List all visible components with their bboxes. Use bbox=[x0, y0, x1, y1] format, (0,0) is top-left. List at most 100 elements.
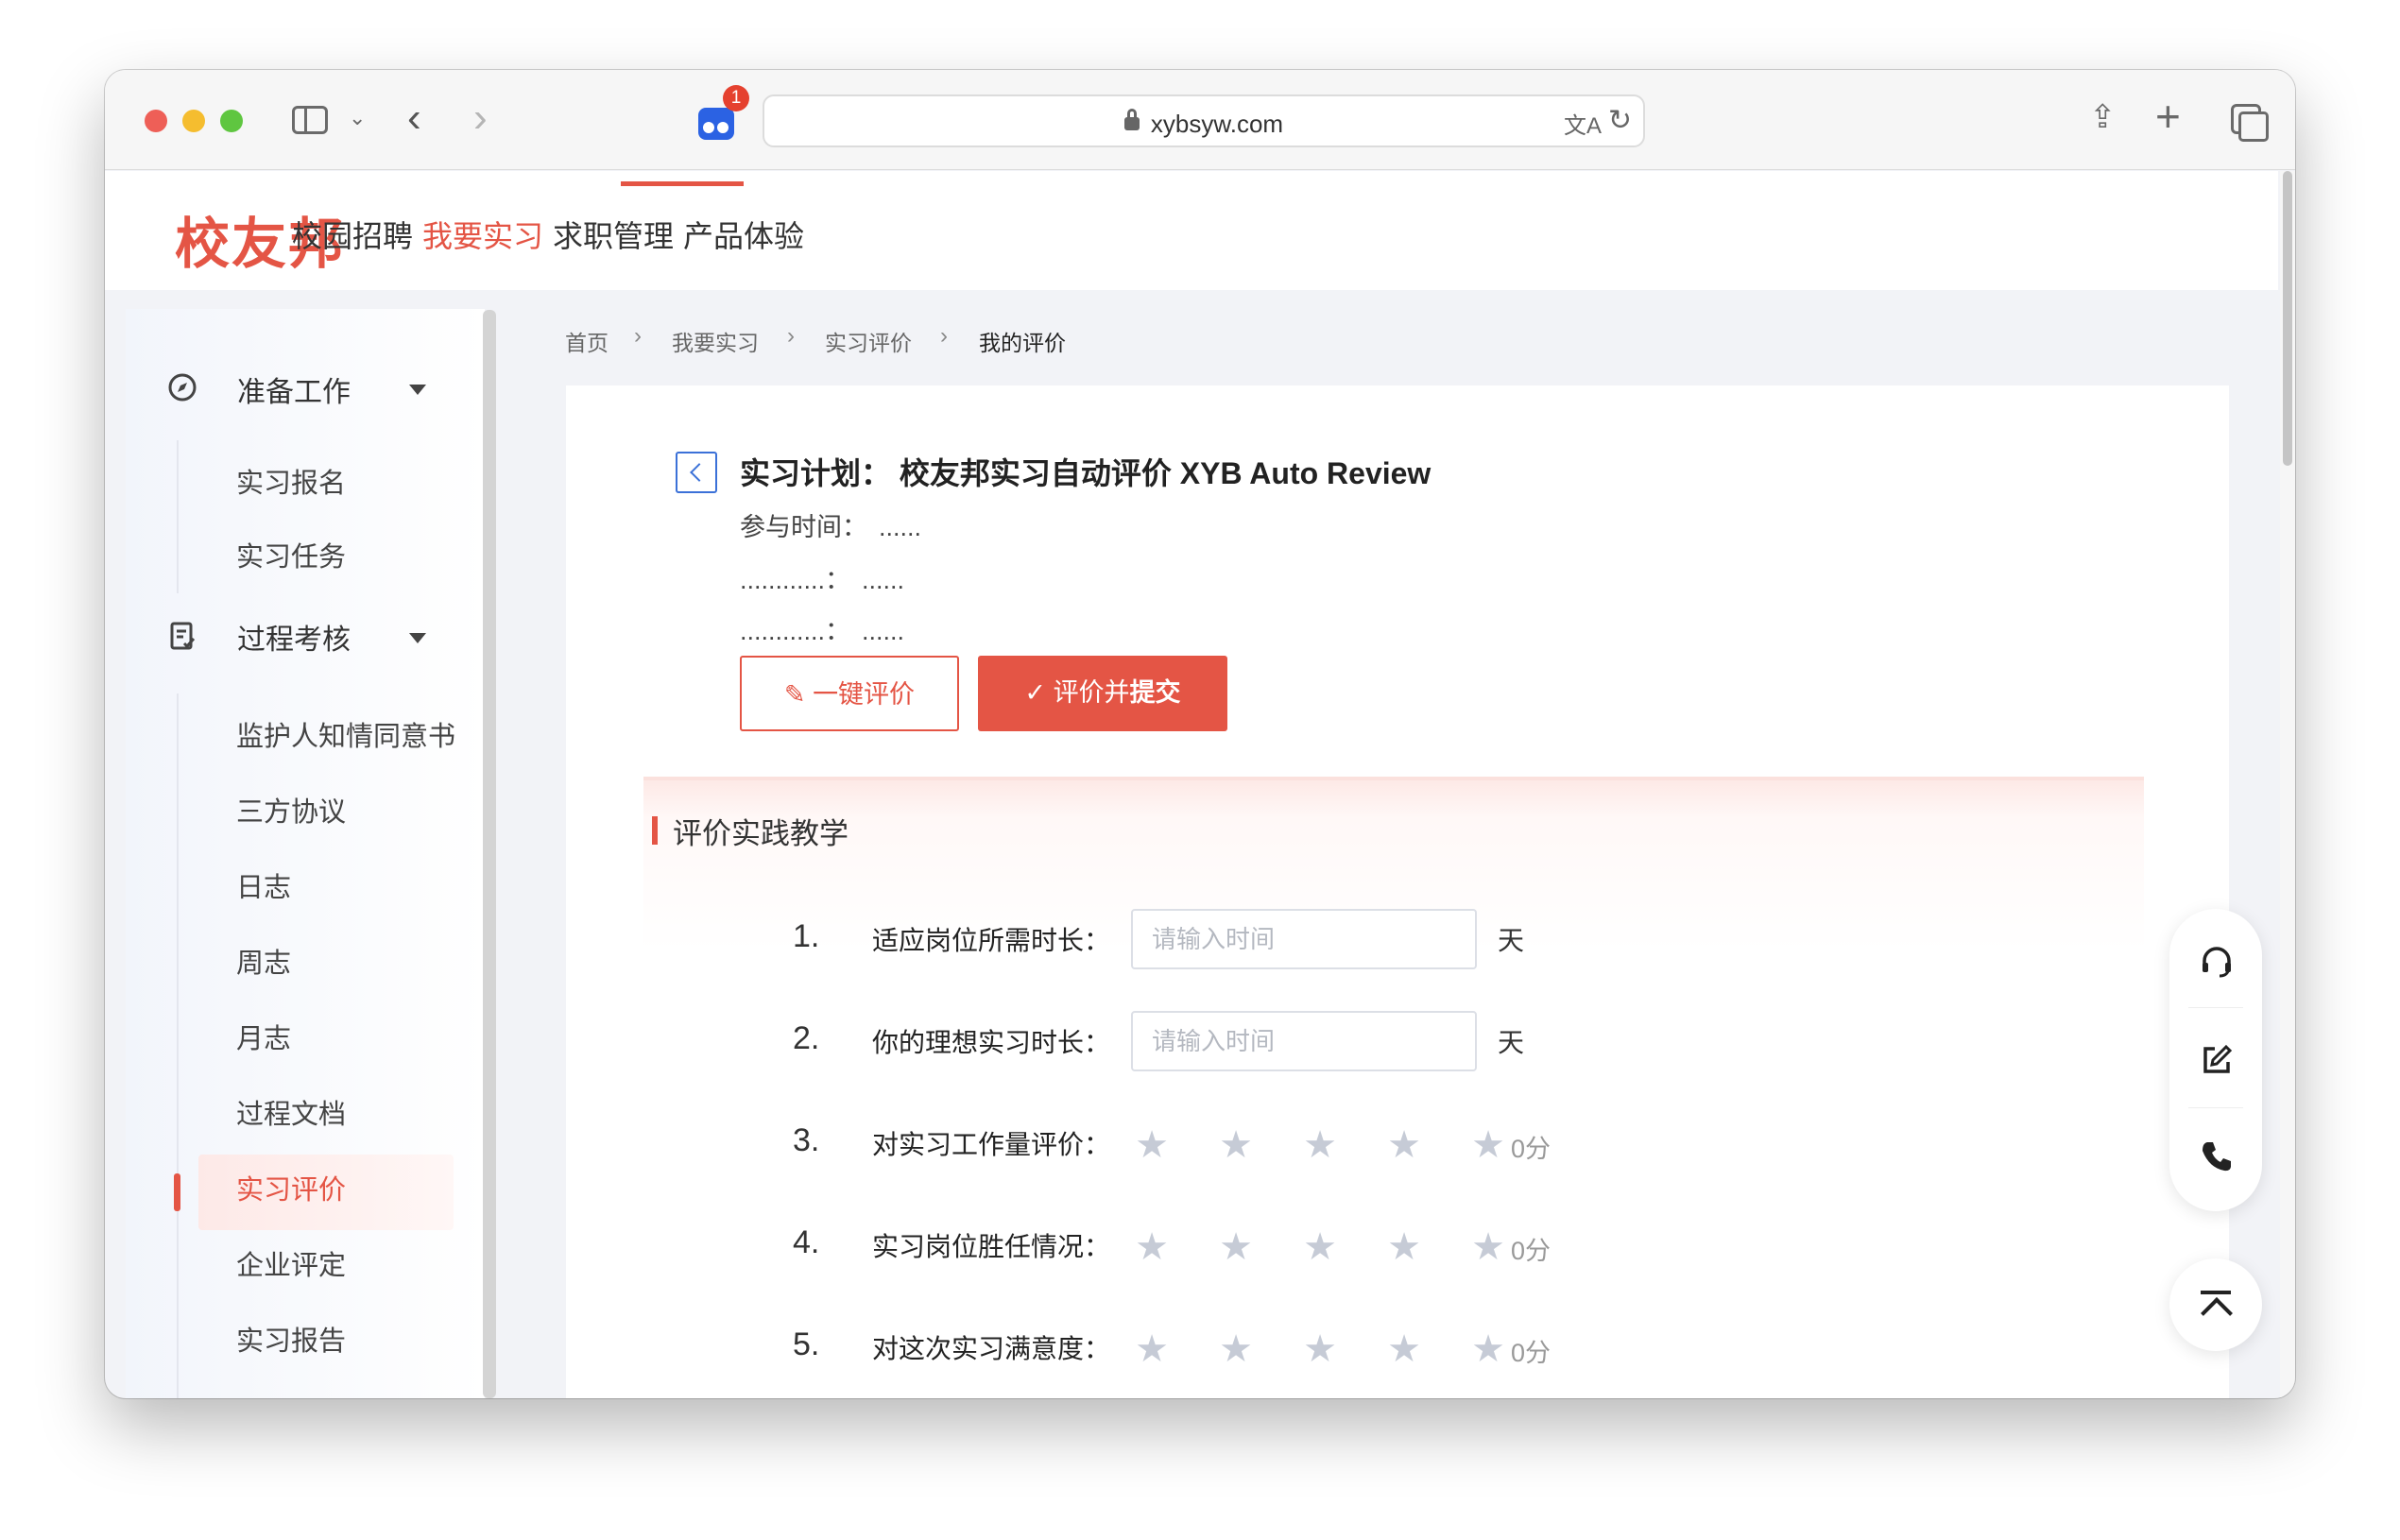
chevron-down-icon[interactable]: ⌄ bbox=[349, 106, 366, 130]
nav-campus-recruiting[interactable]: 校园招聘 bbox=[292, 213, 413, 256]
sidebar-item-tripartite-agreement[interactable]: 三方协议 bbox=[236, 790, 346, 830]
phone-icon[interactable] bbox=[2198, 1138, 2236, 1175]
sidebar-item-internship-evaluation[interactable]: 实习评价 bbox=[236, 1168, 346, 1207]
plan-info-line: 参与时间：...... bbox=[740, 506, 921, 543]
share-icon[interactable]: ⇪ bbox=[2089, 98, 2117, 136]
star-icon[interactable]: ★ bbox=[1133, 1228, 1171, 1266]
star-icon[interactable]: ★ bbox=[1469, 1330, 1507, 1368]
breadcrumb-chevron-icon: › bbox=[940, 323, 948, 349]
chevron-down-icon[interactable] bbox=[409, 633, 426, 643]
back-arrow-icon[interactable]: ‹ bbox=[407, 94, 421, 142]
extension-badge: 1 bbox=[723, 85, 749, 111]
rating-score: 0分 bbox=[1511, 1135, 1551, 1163]
tab-overview-icon[interactable] bbox=[2231, 104, 2269, 142]
edit-icon[interactable] bbox=[2198, 1041, 2236, 1079]
unit-days: 天 bbox=[1498, 926, 1525, 955]
section-title: 评价实践教学 bbox=[673, 817, 849, 850]
evaluation-section bbox=[643, 777, 2144, 1398]
question-number: 3. bbox=[793, 1122, 820, 1158]
one-click-evaluate-button[interactable]: ✎ 一键评价 bbox=[740, 656, 959, 731]
breadcrumb-evaluation[interactable]: 实习评价 bbox=[825, 325, 912, 357]
zoom-window-button[interactable] bbox=[220, 110, 243, 132]
sidebar-item-daily-log[interactable]: 日志 bbox=[236, 865, 291, 905]
plan-title: 实习计划： 校友邦实习自动评价 XYB Auto Review bbox=[740, 456, 1431, 490]
star-icon[interactable]: ★ bbox=[1385, 1126, 1423, 1164]
url-text: xybsyw.com bbox=[1150, 110, 1284, 138]
star-icon[interactable]: ★ bbox=[1301, 1330, 1339, 1368]
star-icon[interactable]: ★ bbox=[1217, 1126, 1255, 1164]
star-icon[interactable]: ★ bbox=[1217, 1330, 1255, 1368]
question-number: 1. bbox=[793, 918, 820, 954]
sidebar-item-process-docs[interactable]: 过程文档 bbox=[236, 1092, 346, 1132]
question-number: 4. bbox=[793, 1224, 820, 1260]
question-label: 你的理想实习时长： bbox=[872, 1028, 1111, 1057]
sidebar-item-guardian-consent[interactable]: 监护人知情同意书 bbox=[236, 714, 455, 754]
sidebar-item-monthly-log[interactable]: 月志 bbox=[236, 1017, 291, 1056]
unit-days: 天 bbox=[1498, 1028, 1525, 1057]
browser-window: ⌄ ‹ › 1 xybsyw.com 文A ↻ ⇪ + 校友邦 校园招聘 我要实… bbox=[105, 70, 2295, 1398]
plan-info-line: ............：...... bbox=[740, 559, 904, 596]
question-label: 对这次实习满意度： bbox=[872, 1334, 1111, 1363]
star-icon[interactable]: ★ bbox=[1133, 1330, 1171, 1368]
question-label: 实习岗位胜任情况： bbox=[872, 1232, 1111, 1261]
sidebar-tree-line bbox=[177, 693, 179, 1398]
sidebar-item-internship-signup[interactable]: 实习报名 bbox=[236, 461, 346, 501]
page-scrollbar[interactable] bbox=[2280, 171, 2295, 1398]
breadcrumb-internship[interactable]: 我要实习 bbox=[672, 325, 759, 357]
forward-arrow-icon[interactable]: › bbox=[473, 94, 488, 142]
adapt-time-input[interactable] bbox=[1131, 909, 1477, 969]
star-icon[interactable]: ★ bbox=[1469, 1126, 1507, 1164]
star-icon[interactable]: ★ bbox=[1301, 1126, 1339, 1164]
sidebar-active-indicator bbox=[174, 1173, 180, 1211]
star-icon[interactable]: ★ bbox=[1469, 1228, 1507, 1266]
rating-score: 0分 bbox=[1511, 1339, 1551, 1367]
question-number: 5. bbox=[793, 1326, 820, 1362]
star-icon[interactable]: ★ bbox=[1217, 1228, 1255, 1266]
question-label: 适应岗位所需时长： bbox=[872, 926, 1111, 955]
sidebar-group-preparation[interactable]: 准备工作 bbox=[237, 368, 351, 410]
sidebar-item-company-rating[interactable]: 企业评定 bbox=[236, 1243, 346, 1283]
page-scroll-thumb[interactable] bbox=[2283, 171, 2292, 466]
back-button[interactable] bbox=[676, 452, 717, 493]
sidebar-item-weekly-log[interactable]: 周志 bbox=[236, 941, 291, 981]
breadcrumb-chevron-icon: › bbox=[634, 323, 642, 349]
sidebar-icon[interactable] bbox=[292, 106, 328, 134]
divider bbox=[2188, 1007, 2243, 1008]
plan-info-line: ............：...... bbox=[740, 610, 904, 647]
back-to-top-button[interactable] bbox=[2169, 1258, 2262, 1351]
close-window-button[interactable] bbox=[145, 110, 167, 132]
chevron-down-icon[interactable] bbox=[409, 385, 426, 395]
sidebar-item-internship-report[interactable]: 实习报告 bbox=[236, 1319, 346, 1359]
question-number: 2. bbox=[793, 1020, 820, 1056]
star-icon[interactable]: ★ bbox=[1385, 1330, 1423, 1368]
nav-internship[interactable]: 我要实习 bbox=[422, 213, 543, 256]
nav-product-experience[interactable]: 产品体验 bbox=[683, 213, 804, 256]
sidebar-tree-line bbox=[177, 440, 179, 593]
sidebar-scrollbar[interactable] bbox=[483, 310, 496, 1398]
plan-info-value: ...... bbox=[862, 566, 905, 594]
star-icon[interactable]: ★ bbox=[1385, 1228, 1423, 1266]
evaluate-submit-button[interactable]: ✓ 评价并提交 bbox=[978, 656, 1227, 731]
star-icon[interactable]: ★ bbox=[1301, 1228, 1339, 1266]
breadcrumb-home[interactable]: 首页 bbox=[565, 325, 609, 357]
one-click-evaluate-label: 一键评价 bbox=[813, 680, 916, 709]
nav-job-management[interactable]: 求职管理 bbox=[553, 213, 674, 256]
pencil-icon: ✎ bbox=[783, 680, 806, 709]
plan-info-label: ............： bbox=[740, 566, 851, 594]
sidebar-item-internship-tasks[interactable]: 实习任务 bbox=[236, 535, 346, 574]
check-icon: ✓ bbox=[1024, 678, 1047, 707]
checklist-icon bbox=[170, 622, 196, 650]
headset-icon[interactable] bbox=[2198, 943, 2236, 981]
ideal-duration-input[interactable] bbox=[1131, 1011, 1477, 1071]
reload-icon[interactable]: ↻ bbox=[1608, 104, 1632, 137]
active-nav-underline bbox=[621, 181, 744, 186]
translate-icon[interactable]: 文A bbox=[1564, 107, 1602, 140]
minimize-window-button[interactable] bbox=[182, 110, 205, 132]
sidebar-group-process-assessment[interactable]: 过程考核 bbox=[237, 616, 351, 658]
star-icon[interactable]: ★ bbox=[1133, 1126, 1171, 1164]
extension-icon[interactable] bbox=[698, 108, 734, 140]
new-tab-icon[interactable]: + bbox=[2155, 91, 2181, 142]
address-bar[interactable]: xybsyw.com 文A ↻ bbox=[763, 94, 1645, 147]
submit-label-bold: 提交 bbox=[1129, 678, 1181, 707]
submit-label-prefix: 评价并 bbox=[1053, 678, 1130, 707]
